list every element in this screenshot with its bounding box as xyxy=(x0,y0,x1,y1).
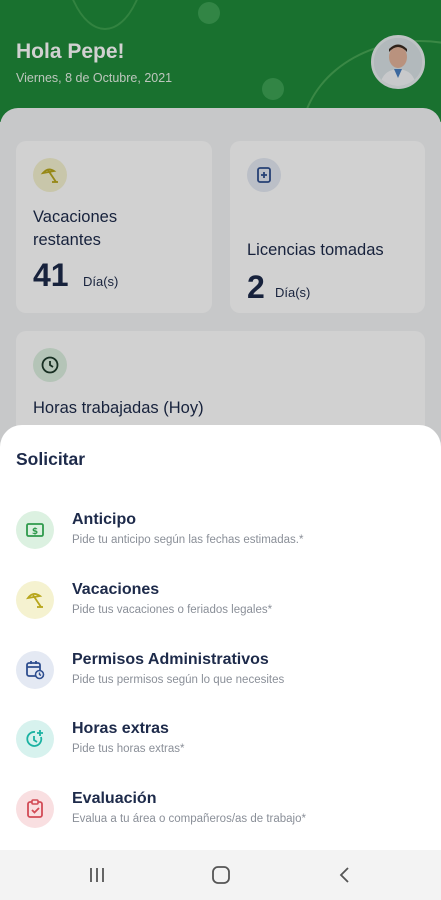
option-vacaciones[interactable]: Vacaciones Pide tus vacaciones o feriado… xyxy=(0,577,441,637)
option-horas-extras[interactable]: Horas extras Pide tus horas extras* xyxy=(0,716,441,776)
option-title: Permisos Administrativos xyxy=(72,651,269,668)
option-title: Horas extras xyxy=(72,720,169,737)
option-title: Evaluación xyxy=(72,790,157,807)
solicitar-bottom-sheet: Solicitar $ Anticipo Pide tu anticipo se… xyxy=(0,425,441,850)
clipboard-check-icon xyxy=(16,790,54,828)
recent-apps-icon[interactable] xyxy=(82,862,112,888)
beach-umbrella-icon xyxy=(16,581,54,619)
option-anticipo[interactable]: $ Anticipo Pide tu anticipo según las fe… xyxy=(0,507,441,567)
option-permisos[interactable]: Permisos Administrativos Pide tus permis… xyxy=(0,647,441,707)
option-subtitle: Pide tus permisos según lo que necesites xyxy=(72,674,285,686)
option-subtitle: Pide tu anticipo según las fechas estima… xyxy=(72,534,304,546)
option-subtitle: Pide tus horas extras* xyxy=(72,743,185,755)
money-bill-icon: $ xyxy=(16,511,54,549)
clock-plus-icon xyxy=(16,720,54,758)
option-evaluacion[interactable]: Evaluación Evalua a tu área o compañeros… xyxy=(0,786,441,846)
calendar-clock-icon xyxy=(16,651,54,689)
option-title: Vacaciones xyxy=(72,581,160,598)
sheet-title: Solicitar xyxy=(16,449,86,469)
back-icon[interactable] xyxy=(330,862,360,888)
option-subtitle: Evalua a tu área o compañeros/as de trab… xyxy=(72,813,306,825)
option-title: Anticipo xyxy=(72,511,136,528)
home-icon[interactable] xyxy=(206,862,236,888)
system-navigation-bar xyxy=(0,850,441,900)
svg-text:$: $ xyxy=(32,527,38,537)
option-subtitle: Pide tus vacaciones o feriados legales* xyxy=(72,604,273,616)
